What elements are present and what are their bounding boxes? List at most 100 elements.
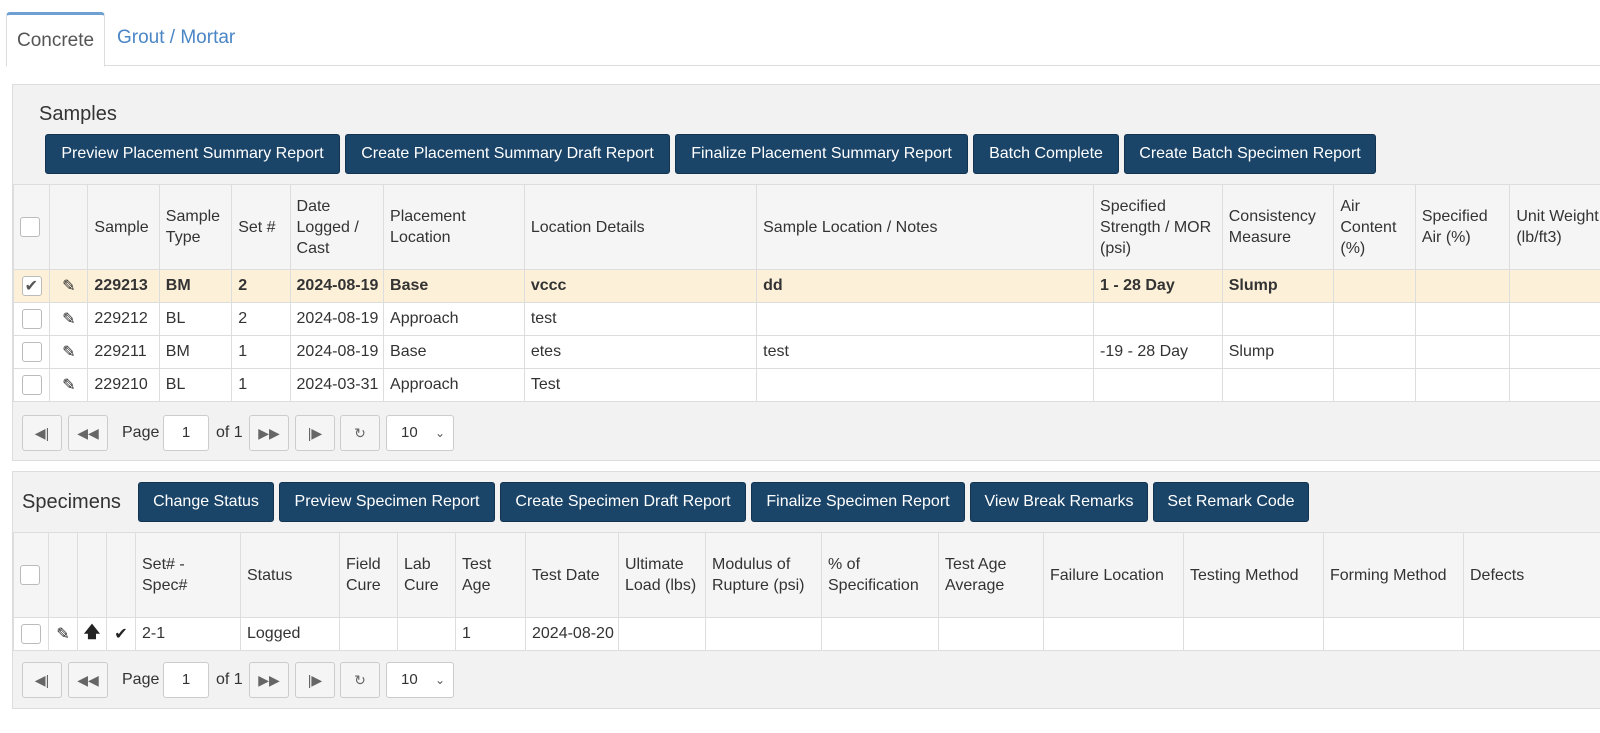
consistency-cell: Slump [1221,335,1335,369]
column-header[interactable]: Set # [231,184,291,270]
column-header[interactable]: Placement Location [383,184,525,270]
first-page-icon[interactable]: ◀​| [22,415,62,451]
view-break-remarks-button[interactable]: View Break Remarks [970,482,1148,522]
spec-air-cell [1414,302,1511,336]
row-select-cell [13,335,51,369]
finalize-specimen-report-button[interactable]: Finalize Specimen Report [751,482,965,522]
tab-bar: Concrete Grout / Mortar [6,0,1600,67]
column-header[interactable]: Status [240,532,340,618]
column-header[interactable]: Modulus of Rupture (psi) [705,532,822,618]
create-batch-specimen-report-button[interactable]: Create Batch Specimen Report [1124,134,1376,174]
previous-page-icon[interactable]: ◀◀ [68,415,108,451]
date-cell: 2024-08-19 [289,302,385,336]
samples-table: Sample Sample Type Set # Date Logged / C… [13,184,1600,402]
tab-concrete[interactable]: Concrete [6,12,106,67]
sample-cell: 229212 [87,302,160,336]
pencil-icon[interactable]: ✎ [62,377,75,394]
next-page-icon[interactable]: ▶▶ [249,662,289,698]
lab-cure-cell [397,617,456,651]
column-header[interactable]: Field Cure [339,532,398,618]
column-header[interactable]: Failure Location [1043,532,1184,618]
column-header[interactable]: Testing Method [1183,532,1324,618]
pencil-icon[interactable]: ✎ [62,344,75,361]
date-cell: 2024-08-19 [289,269,385,303]
next-page-icon[interactable]: ▶▶ [249,415,289,451]
samples-title: Samples [39,103,117,125]
column-header[interactable]: Forming Method [1323,532,1464,618]
specimens-title: Specimens [22,491,121,513]
refresh-icon[interactable]: ↻ [340,662,380,698]
row-checkbox[interactable] [21,375,42,395]
table-row[interactable]: ✎ 229210 BL 1 2024-03-31 Approach Test [13,368,1600,402]
previous-page-icon[interactable]: ◀◀ [68,662,108,698]
select-all-checkbox[interactable] [20,565,40,586]
pencil-icon[interactable]: ✎ [56,626,69,643]
page-size-value: 10 [401,671,418,688]
pencil-icon[interactable]: ✎ [62,311,75,328]
create-placement-summary-draft-button[interactable]: Create Placement Summary Draft Report [345,134,670,174]
sample-cell: 229210 [87,368,160,402]
last-page-icon[interactable]: |▶ [295,662,335,698]
column-header[interactable]: Consistency Measure [1221,184,1335,270]
set-remark-code-button[interactable]: Set Remark Code [1153,482,1309,522]
create-specimen-draft-report-button[interactable]: Create Specimen Draft Report [500,482,746,522]
row-up-cell: 🡅 [77,617,107,651]
column-header[interactable]: Specified Air (%) [1414,184,1511,270]
column-header[interactable]: Test Age Average [938,532,1044,618]
first-page-icon[interactable]: ◀​| [22,662,62,698]
column-header[interactable]: Sample Location / Notes [756,184,1095,270]
specimens-pager: ◀​| ◀◀ Page 1 of 1 ▶▶ |▶ ↻ 10 ⌄ [22,662,482,698]
select-all-checkbox[interactable] [20,217,40,238]
row-select-cell [13,269,51,303]
notes-cell: dd [756,269,1095,303]
sample-type-cell: BM [158,269,233,303]
column-header[interactable]: Unit Weight (lb/ft3) [1509,184,1600,270]
samples-panel: Samples Preview Placement Summary Report… [12,84,1600,461]
column-header[interactable]: Specified Strength / MOR (psi) [1093,184,1223,270]
row-checkbox[interactable] [21,342,42,362]
unit-weight-cell [1509,335,1600,369]
row-checkbox[interactable] [21,309,42,329]
row-checkbox[interactable] [21,624,41,644]
column-header[interactable]: Date Logged / Cast [289,184,385,270]
batch-complete-button[interactable]: Batch Complete [973,134,1119,174]
pencil-icon[interactable]: ✎ [62,278,75,295]
column-header[interactable]: Sample Type [158,184,233,270]
last-page-icon[interactable]: |▶ [295,415,335,451]
specimens-table: Set# - Spec# Status Field Cure Lab Cure … [13,532,1600,651]
column-header[interactable]: Test Age [455,532,526,618]
row-checkbox[interactable] [21,276,42,296]
arrow-up-icon[interactable]: 🡅 [84,624,100,641]
column-header[interactable]: Sample [87,184,160,270]
column-header[interactable]: Lab Cure [397,532,456,618]
column-header[interactable]: Ultimate Load (lbs) [618,532,706,618]
row-edit-cell: ✎ [49,335,89,369]
sample-type-cell: BL [158,302,233,336]
samples-header-row: Sample Sample Type Set # Date Logged / C… [13,184,1600,270]
column-header[interactable]: Defects [1463,532,1600,618]
tab-grout-mortar[interactable]: Grout / Mortar [106,10,246,65]
page-number-input[interactable]: 1 [163,662,209,698]
column-header[interactable]: Air Content (%) [1333,184,1416,270]
page-size-select[interactable]: 10 ⌄ [386,662,454,698]
table-row[interactable]: ✎ 229212 BL 2 2024-08-19 Approach test [13,302,1600,336]
table-row[interactable]: ✎ 🡅 ✔ 2-1 Logged 1 2024-08-20 [13,617,1600,651]
column-header[interactable]: Test Date [525,532,619,618]
column-header[interactable]: Location Details [523,184,758,270]
change-status-button[interactable]: Change Status [138,482,274,522]
preview-specimen-report-button[interactable]: Preview Specimen Report [279,482,495,522]
page-size-select[interactable]: 10 ⌄ [386,415,454,451]
column-header[interactable]: % of Specification [821,532,939,618]
column-header[interactable]: Set# - Spec# [135,532,241,618]
notes-cell [756,302,1095,336]
refresh-icon[interactable]: ↻ [340,415,380,451]
finalize-placement-summary-button[interactable]: Finalize Placement Summary Report [675,134,968,174]
table-row[interactable]: ✎ 229213 BM 2 2024-08-19 Base vccc dd 1 … [13,269,1600,303]
page-number-input[interactable]: 1 [163,415,209,451]
row-edit-cell: ✎ [49,269,89,303]
row-select-cell [13,368,51,402]
preview-placement-summary-button[interactable]: Preview Placement Summary Report [45,134,340,174]
table-row[interactable]: ✎ 229211 BM 1 2024-08-19 Base etes test … [13,335,1600,369]
checkmark-icon[interactable]: ✔ [114,626,127,643]
notes-cell [756,368,1095,402]
